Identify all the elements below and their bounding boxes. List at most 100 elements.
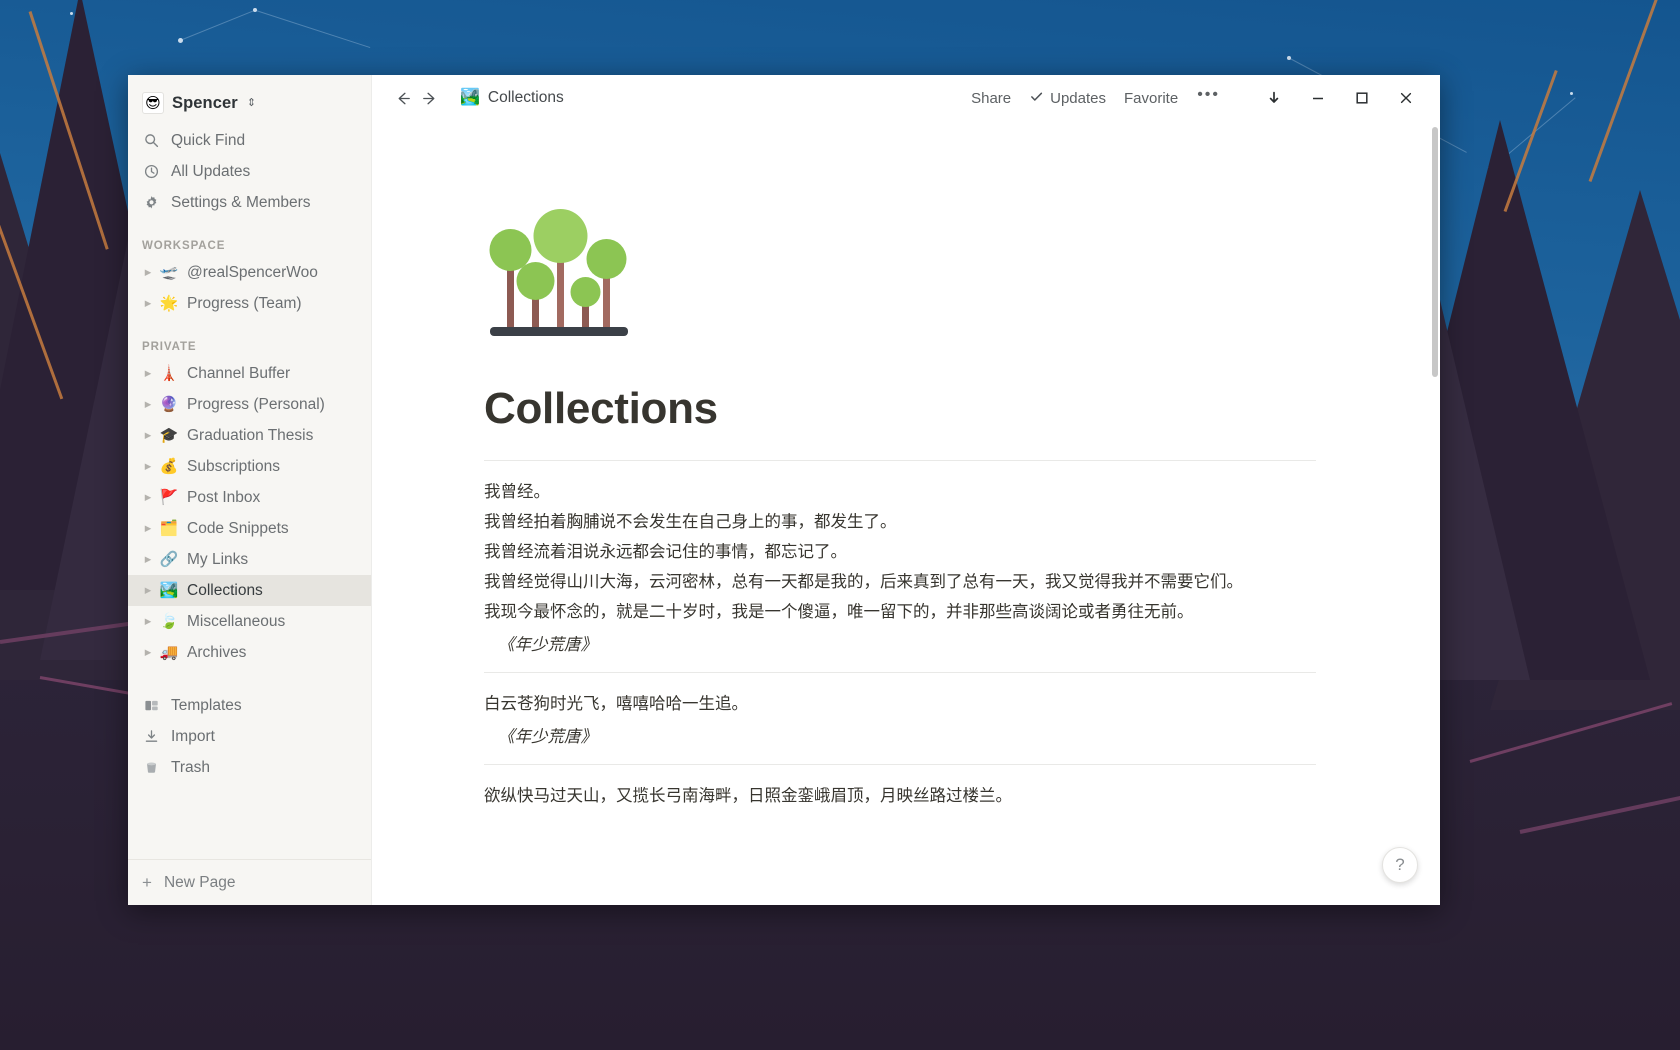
sidebar-page-progress-team[interactable]: ▶ 🌟 Progress (Team) <box>128 288 371 319</box>
breadcrumb[interactable]: 🏞️ Collections <box>454 86 570 110</box>
sidebar-page-label: Code Snippets <box>187 519 289 537</box>
updates-button[interactable]: Updates <box>1020 84 1115 113</box>
sidebar-page-channel-buffer[interactable]: ▶ 🗼 Channel Buffer <box>128 358 371 389</box>
arrow-down-icon[interactable] <box>1252 79 1296 117</box>
sidebar-page-label: Subscriptions <box>187 457 281 475</box>
sidebar-page-label: Post Inbox <box>187 488 261 506</box>
chevron-updown-icon: ⇕ <box>246 96 257 109</box>
sidebar-page-label: Miscellaneous <box>187 612 286 630</box>
divider <box>484 672 1316 673</box>
sidebar-page-realspencerwoo[interactable]: ▶ 🛫 @realSpencerWoo <box>128 257 371 288</box>
chevron-right-icon[interactable]: ▶ <box>140 368 156 379</box>
sidebar-page-my-links[interactable]: ▶ 🔗 My Links <box>128 544 371 575</box>
sidebar-item-trash[interactable]: Trash <box>128 752 371 783</box>
sidebar-item-import[interactable]: Import <box>128 721 371 752</box>
quote-attribution[interactable]: 《年少荒唐》 <box>484 722 1316 752</box>
page-emoji: 🔗 <box>159 551 179 568</box>
chevron-right-icon[interactable]: ▶ <box>140 523 156 534</box>
minimize-icon[interactable] <box>1296 79 1340 117</box>
sidebar-page-progress-personal[interactable]: ▶ 🔮 Progress (Personal) <box>128 389 371 420</box>
sidebar-item-label: Quick Find <box>171 131 246 149</box>
sidebar-page-miscellaneous[interactable]: ▶ 🍃 Miscellaneous <box>128 606 371 637</box>
sidebar-item-quick-find[interactable]: Quick Find <box>128 125 371 156</box>
sidebar-page-label: Progress (Personal) <box>187 395 325 413</box>
window-controls <box>1252 79 1428 117</box>
sidebar-page-label: Progress (Team) <box>187 294 302 312</box>
page-title[interactable]: Collections <box>484 384 1440 434</box>
chevron-right-icon[interactable]: ▶ <box>140 647 156 658</box>
chevron-right-icon[interactable]: ▶ <box>140 430 156 441</box>
clock-icon <box>142 164 161 179</box>
page-emoji: 🔮 <box>159 396 179 413</box>
text-line[interactable]: 我曾经。 <box>484 477 1316 507</box>
chevron-right-icon[interactable]: ▶ <box>140 298 156 309</box>
ellipsis-icon[interactable]: ••• <box>1187 87 1230 108</box>
text-line[interactable]: 我曾经觉得山川大海，云河密林，总有一天都是我的，后来真到了总有一天，我又觉得我并… <box>484 567 1316 597</box>
chevron-right-icon[interactable]: ▶ <box>140 492 156 503</box>
sidebar-item-label: Import <box>171 727 215 745</box>
sidebar-page-label: @realSpencerWoo <box>187 263 318 281</box>
sidebar: 😎 Spencer ⇕ Quick Find All Updates Setti… <box>128 75 372 905</box>
text-line[interactable]: 白云苍狗时光飞，嘻嘻哈哈一生追。 <box>484 689 1316 719</box>
text-line[interactable]: 我现今最怀念的，就是二十岁时，我是一个傻逼，唯一留下的，并非那些高谈阔论或者勇往… <box>484 597 1316 627</box>
share-label: Share <box>971 89 1012 107</box>
share-button[interactable]: Share <box>962 85 1020 112</box>
text-line[interactable]: 欲纵快马过天山，又揽长弓南海畔，日照金銮峨眉顶，月映丝路过楼兰。 <box>484 781 1316 811</box>
quote-block[interactable]: 欲纵快马过天山，又揽长弓南海畔，日照金銮峨眉顶，月映丝路过楼兰。 <box>484 781 1316 811</box>
chevron-right-icon[interactable]: ▶ <box>140 616 156 627</box>
page-scroll-container[interactable]: Collections 我曾经。 我曾经拍着胸脯说不会发生在自己身上的事，都发生… <box>372 121 1440 905</box>
sidebar-page-collections[interactable]: ▶ 🏞️ Collections <box>128 575 371 606</box>
favorite-label: Favorite <box>1124 89 1179 107</box>
quote-block[interactable]: 白云苍狗时光飞，嘻嘻哈哈一生追。 《年少荒唐》 <box>484 689 1316 752</box>
top-toolbar: 🏞️ Collections Share Updates Favorite ••… <box>372 75 1440 121</box>
updates-label: Updates <box>1050 89 1106 107</box>
sunglasses-face-emoji: 😎 <box>142 92 164 114</box>
help-button[interactable]: ? <box>1382 847 1418 883</box>
quote-block[interactable]: 我曾经。 我曾经拍着胸脯说不会发生在自己身上的事，都发生了。 我曾经流着泪说永远… <box>484 477 1316 660</box>
desktop-wallpaper: 😎 Spencer ⇕ Quick Find All Updates Setti… <box>0 0 1680 1050</box>
new-page-button[interactable]: + New Page <box>128 859 371 905</box>
national-park-emoji: 🏞️ <box>460 89 480 106</box>
workspace-switcher[interactable]: 😎 Spencer ⇕ <box>128 81 371 125</box>
sidebar-page-archives[interactable]: ▶ 🚚 Archives <box>128 637 371 668</box>
sidebar-page-subscriptions[interactable]: ▶ 💰 Subscriptions <box>128 451 371 482</box>
quote-attribution[interactable]: 《年少荒唐》 <box>484 630 1316 660</box>
scrollbar-thumb[interactable] <box>1432 127 1438 377</box>
page-emoji: 🚩 <box>159 489 179 506</box>
search-icon <box>142 133 161 148</box>
sidebar-page-post-inbox[interactable]: ▶ 🚩 Post Inbox <box>128 482 371 513</box>
trash-icon <box>142 760 161 775</box>
page-emoji: 🍃 <box>159 613 179 630</box>
sidebar-item-label: Templates <box>171 696 242 714</box>
chevron-right-icon[interactable]: ▶ <box>140 585 156 596</box>
page-emoji: 💰 <box>159 458 179 475</box>
chevron-right-icon[interactable]: ▶ <box>140 461 156 472</box>
page-emoji: 🗼 <box>159 365 179 382</box>
text-line[interactable]: 我曾经流着泪说永远都会记住的事情，都忘记了。 <box>484 537 1316 567</box>
back-button[interactable] <box>390 85 416 111</box>
chevron-right-icon[interactable]: ▶ <box>140 267 156 278</box>
plus-icon: + <box>142 873 152 892</box>
breadcrumb-label: Collections <box>487 89 564 106</box>
chevron-right-icon[interactable]: ▶ <box>140 399 156 410</box>
sidebar-page-label: My Links <box>187 550 249 568</box>
sidebar-item-all-updates[interactable]: All Updates <box>128 156 371 187</box>
toolbar-actions: Share Updates Favorite ••• <box>962 79 1428 117</box>
divider <box>484 460 1316 461</box>
chevron-right-icon[interactable]: ▶ <box>140 554 156 565</box>
sidebar-item-templates[interactable]: Templates <box>128 690 371 721</box>
page-emoji: 🎓 <box>159 427 179 444</box>
check-icon <box>1029 89 1044 108</box>
vertical-scrollbar[interactable] <box>1431 121 1439 903</box>
maximize-icon[interactable] <box>1340 79 1384 117</box>
sidebar-item-settings-members[interactable]: Settings & Members <box>128 187 371 218</box>
sidebar-page-code-snippets[interactable]: ▶ 🗂️ Code Snippets <box>128 513 371 544</box>
favorite-button[interactable]: Favorite <box>1115 85 1187 112</box>
sidebar-item-label: All Updates <box>171 162 251 180</box>
text-line[interactable]: 我曾经拍着胸脯说不会发生在自己身上的事，都发生了。 <box>484 507 1316 537</box>
sidebar-page-graduation-thesis[interactable]: ▶ 🎓 Graduation Thesis <box>128 420 371 451</box>
sidebar-item-label: Trash <box>171 758 211 776</box>
close-icon[interactable] <box>1384 79 1428 117</box>
forward-button[interactable] <box>416 85 442 111</box>
page-icon-national-park[interactable] <box>484 196 634 346</box>
